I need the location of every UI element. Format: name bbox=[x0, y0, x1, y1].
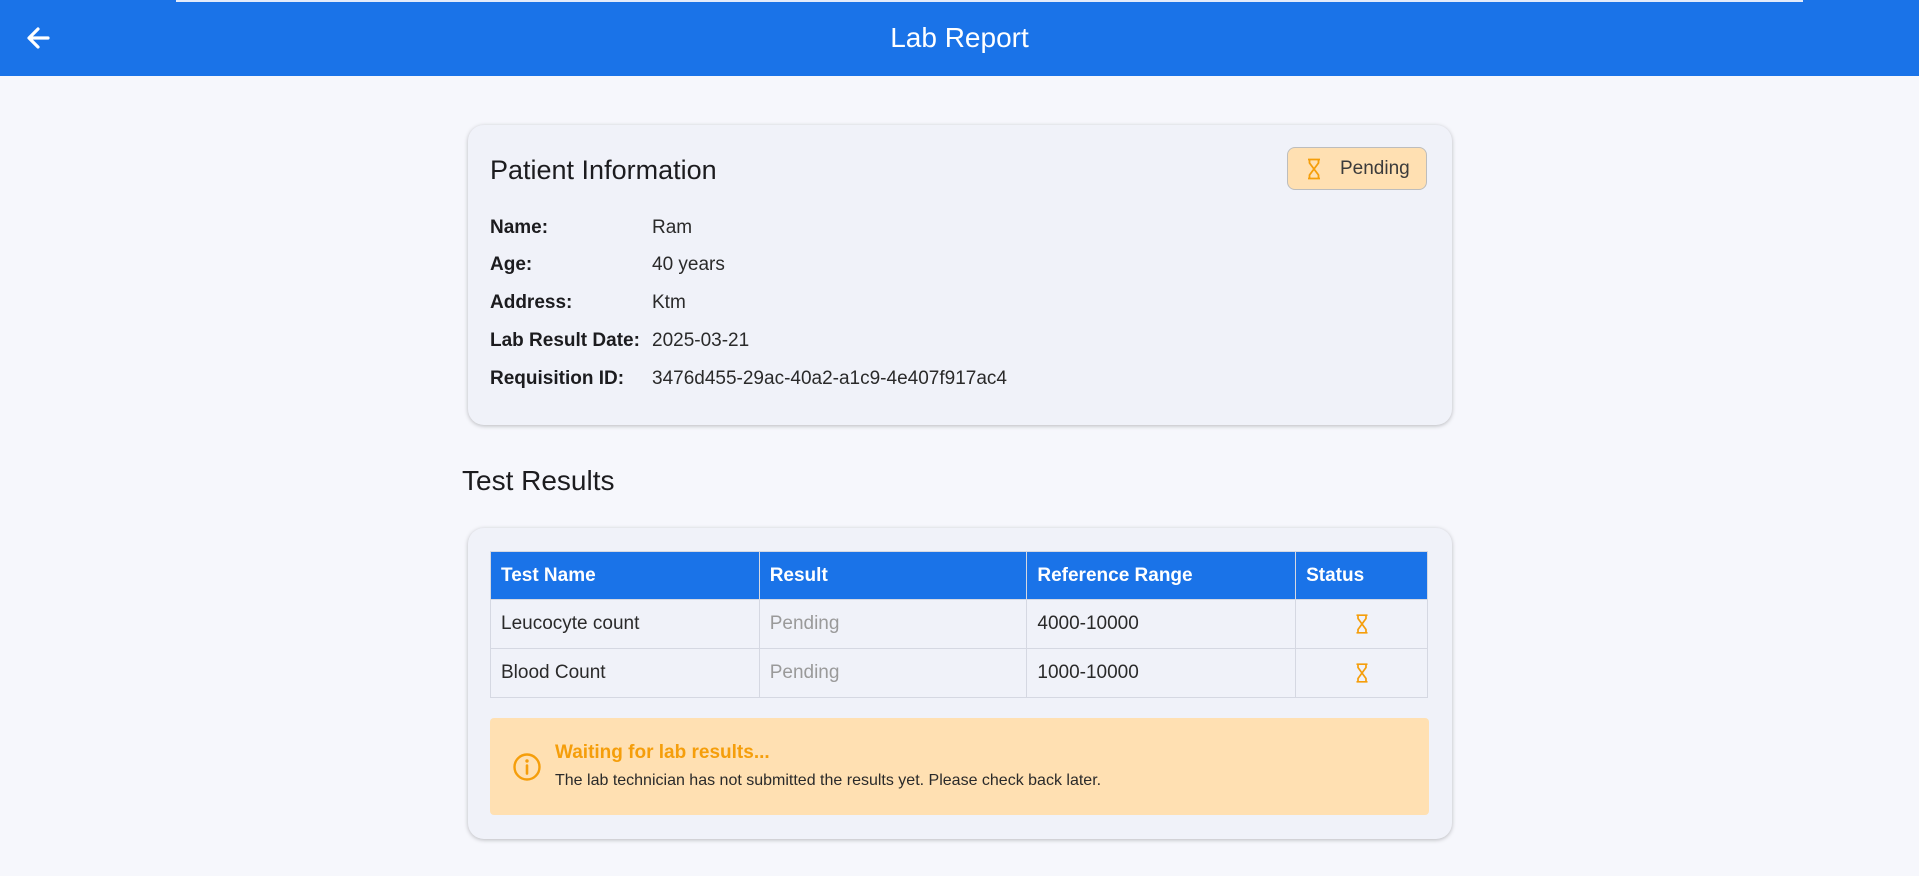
field-value: 3476d455-29ac-40a2-a1c9-4e407f917ac4 bbox=[652, 368, 1007, 389]
column-header-result: Result bbox=[758, 551, 1028, 600]
field-value: 2025-03-21 bbox=[652, 330, 750, 351]
hourglass-icon bbox=[1356, 663, 1368, 683]
notice-message: The lab technician has not submitted the… bbox=[555, 772, 1102, 789]
field-label: Age: bbox=[490, 254, 533, 275]
hourglass-icon bbox=[1356, 614, 1368, 634]
table-header-row: Test Name Result Reference Range Status bbox=[490, 551, 1428, 600]
field-value: Ram bbox=[652, 217, 693, 238]
table-row: Leucocyte count Pending 4000-10000 bbox=[490, 599, 1428, 649]
test-results-card: Test Name Result Reference Range Status … bbox=[468, 528, 1452, 839]
result-cell: Pending bbox=[758, 599, 1028, 649]
column-header-status: Status bbox=[1295, 551, 1428, 600]
app-bar-top-line bbox=[176, 0, 1803, 2]
test-name-cell: Blood Count bbox=[490, 648, 760, 698]
patient-information-heading: Patient Information bbox=[490, 155, 717, 185]
column-header-reference-range: Reference Range bbox=[1026, 551, 1297, 600]
reference-range-cell: 4000-10000 bbox=[1026, 599, 1297, 649]
field-label: Name: bbox=[490, 217, 549, 238]
column-header-test-name: Test Name bbox=[490, 551, 760, 600]
field-label: Requisition ID: bbox=[490, 368, 625, 389]
status-badge: Pending bbox=[1287, 147, 1427, 190]
patient-information-card: Patient Information Pending Name: Ram Ag… bbox=[468, 125, 1452, 425]
test-results-table: Test Name Result Reference Range Status … bbox=[490, 551, 1428, 698]
field-label: Address: bbox=[490, 292, 573, 313]
app-bar: Lab Report bbox=[0, 0, 1919, 76]
test-name-cell: Leucocyte count bbox=[490, 599, 760, 649]
status-badge-label: Pending bbox=[1340, 157, 1410, 179]
pending-results-notice: Waiting for lab results... The lab techn… bbox=[490, 718, 1429, 815]
hourglass-icon bbox=[1308, 158, 1320, 179]
status-cell bbox=[1295, 648, 1428, 698]
field-value: Ktm bbox=[652, 292, 686, 313]
test-results-heading: Test Results bbox=[462, 465, 615, 496]
table-row: Blood Count Pending 1000-10000 bbox=[490, 648, 1428, 698]
reference-range-cell: 1000-10000 bbox=[1026, 648, 1297, 698]
status-cell bbox=[1295, 599, 1428, 649]
info-circle-icon bbox=[513, 753, 541, 781]
field-value: 40 years bbox=[652, 254, 725, 275]
result-cell: Pending bbox=[758, 648, 1028, 698]
notice-title: Waiting for lab results... bbox=[555, 742, 770, 763]
page-title: Lab Report bbox=[890, 22, 1029, 53]
field-label: Lab Result Date: bbox=[490, 330, 640, 351]
